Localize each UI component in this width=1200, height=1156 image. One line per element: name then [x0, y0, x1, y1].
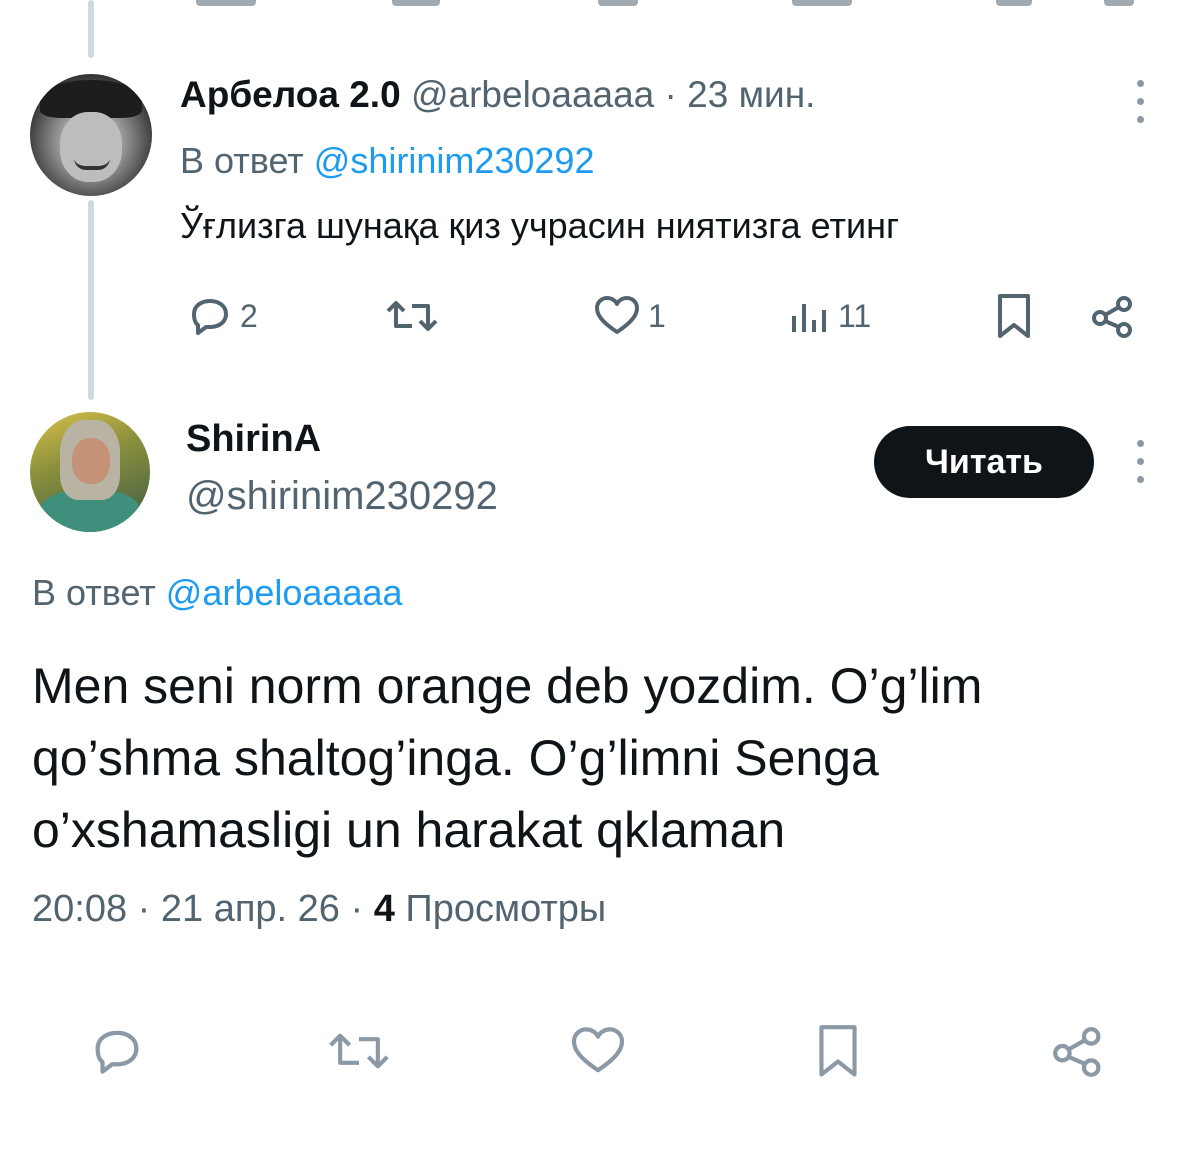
thread-line: [88, 0, 94, 58]
like-count: 1: [648, 297, 666, 334]
timestamp[interactable]: 20:08 · 21 апр. 26 ·: [32, 888, 374, 930]
views-count: 11: [838, 297, 872, 334]
post-time: · 23 мин.: [664, 74, 816, 115]
tweet-text: Ўғлизга шунақа қиз учрасин ниятизга етин…: [180, 205, 900, 246]
tweet-meta: 20:08 · 21 апр. 26 · 4 Просмотры: [32, 888, 606, 931]
retweet-button[interactable]: [326, 1022, 392, 1080]
tweet-actions: [0, 1016, 1200, 1086]
reply-icon: [192, 299, 228, 335]
more-vertical-icon[interactable]: [1134, 440, 1146, 486]
reply-button[interactable]: [88, 1022, 146, 1080]
tweet-actions: 2 1 11: [0, 292, 1200, 352]
user-handle[interactable]: @shirinim230292: [186, 474, 498, 519]
views-count: 4: [373, 888, 395, 930]
more-vertical-icon[interactable]: [1134, 80, 1146, 126]
user-handle[interactable]: @arbeloaaaaa: [411, 74, 654, 115]
retweet-button[interactable]: [384, 292, 440, 340]
cut-icon: [996, 0, 1032, 6]
cut-icon: [792, 0, 852, 6]
bookmark-icon: [819, 1025, 857, 1077]
follow-button[interactable]: Читать: [874, 426, 1094, 498]
views-button[interactable]: 11: [788, 292, 871, 340]
reply-button[interactable]: 2: [186, 292, 258, 340]
tweet-text: Men seni norm orange deb yozdim. O’g’lim…: [32, 658, 983, 858]
heart-icon: [595, 296, 639, 334]
bookmark-button[interactable]: [992, 292, 1036, 342]
share-button[interactable]: [1088, 292, 1138, 342]
share-icon: [1053, 1027, 1101, 1077]
display-name[interactable]: ShirinA: [186, 418, 321, 461]
display-name[interactable]: Арбелоа 2.0: [180, 74, 401, 115]
mention-link[interactable]: @arbeloaaaaa: [166, 572, 403, 613]
previous-actions-row: [0, 0, 1200, 8]
cut-icon: [1104, 0, 1134, 6]
replying-to: В ответ @arbeloaaaaa: [32, 572, 403, 613]
views-label: Просмотры: [394, 888, 607, 930]
replying-to: В ответ @shirinim230292: [180, 140, 595, 181]
reply-count: 2: [240, 297, 258, 334]
like-button[interactable]: 1: [592, 292, 666, 340]
tweet-thread: Арбелоа 2.0 @arbeloaaaaa · 23 мин. В отв…: [0, 0, 1200, 1156]
cut-icon: [392, 0, 440, 6]
cut-icon: [598, 0, 638, 6]
bookmark-icon: [998, 294, 1030, 338]
reply-header: Арбелоа 2.0 @arbeloaaaaa · 23 мин.: [180, 74, 815, 116]
views-icon: [792, 304, 826, 332]
bookmark-button[interactable]: [812, 1022, 864, 1082]
reply-icon: [95, 1030, 139, 1074]
like-button[interactable]: [568, 1022, 628, 1080]
retweet-icon: [386, 301, 438, 331]
avatar[interactable]: [30, 74, 152, 196]
retweet-icon: [329, 1033, 389, 1069]
share-button[interactable]: [1048, 1022, 1108, 1082]
cut-icon: [196, 0, 256, 6]
heart-icon: [571, 1027, 625, 1073]
avatar[interactable]: [30, 412, 150, 532]
share-icon: [1092, 296, 1132, 338]
mention-link[interactable]: @shirinim230292: [314, 140, 595, 181]
